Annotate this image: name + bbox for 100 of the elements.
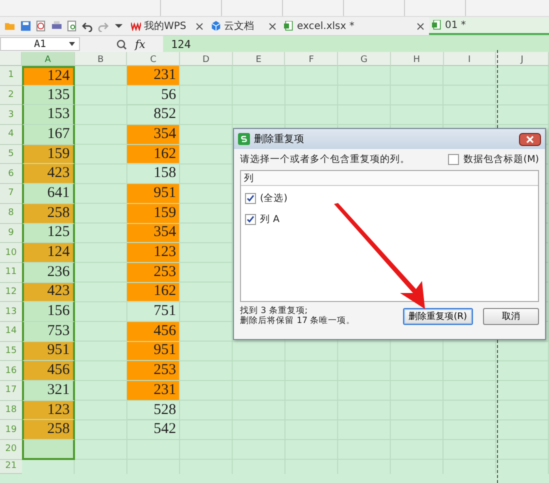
- table-cell: 456: [127, 322, 180, 342]
- row-header[interactable]: 14: [0, 322, 22, 342]
- table-cell: 753: [22, 322, 75, 342]
- row-header[interactable]: 12: [0, 282, 22, 302]
- table-cell: 153: [22, 105, 75, 126]
- name-box[interactable]: A1: [0, 37, 80, 51]
- table-cell: 124: [22, 243, 75, 263]
- table-cell: 125: [22, 224, 75, 244]
- table-cell: 354: [127, 125, 180, 145]
- table-cell: 124: [22, 66, 75, 86]
- print-icon[interactable]: [50, 20, 62, 32]
- checkbox-label[interactable]: 数据包含标题(M): [463, 153, 539, 166]
- row-header[interactable]: 3: [0, 105, 22, 126]
- zoom-icon[interactable]: [116, 38, 127, 50]
- export-icon[interactable]: [35, 20, 46, 32]
- column-header[interactable]: H: [390, 52, 444, 66]
- checkbox-label[interactable]: 列 A: [260, 213, 280, 226]
- column-header[interactable]: F: [285, 52, 338, 66]
- table-cell: 542: [127, 420, 180, 440]
- row-header[interactable]: 6: [0, 164, 22, 184]
- dialog-button[interactable]: 删除重复项(R): [402, 308, 473, 324]
- row-header[interactable]: 11: [0, 262, 22, 283]
- column-header[interactable]: I: [444, 52, 496, 66]
- column-header[interactable]: J: [496, 52, 549, 66]
- row-header[interactable]: 8: [0, 204, 22, 224]
- column-header[interactable]: A: [22, 52, 75, 66]
- row-header[interactable]: 2: [0, 86, 22, 106]
- cube-icon: [211, 21, 221, 31]
- close-icon[interactable]: [417, 22, 424, 30]
- row-header[interactable]: 9: [0, 224, 22, 244]
- row-header[interactable]: 18: [0, 400, 22, 420]
- prompt-text: 请选择一个或者多个包含重复项的列。: [240, 153, 410, 166]
- table-cell: 236: [22, 262, 75, 283]
- status-text: 删除后将保留 17 条唯一项。: [240, 316, 356, 326]
- table-cell: 951: [22, 342, 75, 362]
- table-cell: 641: [22, 184, 75, 204]
- document-tab[interactable]: 01 *: [429, 17, 549, 35]
- table-cell: 253: [127, 361, 180, 381]
- table-cell: 231: [127, 66, 180, 86]
- table-cell: 159: [127, 204, 180, 224]
- function-label[interactable]: fx: [135, 38, 146, 50]
- undo-icon[interactable]: [82, 20, 93, 32]
- table-cell: 156: [22, 302, 75, 322]
- table-cell: 423: [22, 282, 75, 302]
- spreadsheet-icon: [284, 21, 294, 31]
- formula-field[interactable]: 124: [163, 36, 549, 52]
- spreadsheet-icon: [238, 133, 250, 145]
- table-cell: 951: [127, 184, 180, 204]
- row-header[interactable]: 5: [0, 144, 22, 164]
- list-header: 列: [241, 171, 538, 186]
- column-header[interactable]: G: [338, 52, 391, 66]
- checkbox[interactable]: [245, 193, 256, 204]
- checkbox[interactable]: [245, 214, 256, 225]
- close-icon[interactable]: [196, 22, 203, 30]
- column-header[interactable]: E: [232, 52, 286, 66]
- row-header[interactable]: 21: [0, 460, 22, 474]
- status-text: 找到 3 条重复项;: [240, 306, 309, 316]
- checkbox-label[interactable]: (全选): [260, 192, 288, 205]
- row-header[interactable]: 16: [0, 361, 22, 381]
- row-header[interactable]: 17: [0, 381, 22, 401]
- caret-icon[interactable]: [69, 42, 75, 46]
- table-cell: 231: [127, 381, 180, 401]
- table-cell: 951: [127, 342, 180, 362]
- table-cell: 167: [22, 125, 75, 145]
- table-cell: 321: [22, 381, 75, 401]
- table-cell: 528: [127, 400, 180, 420]
- row-header[interactable]: 1: [0, 66, 22, 86]
- table-cell: 56: [127, 86, 180, 106]
- row-header[interactable]: 4: [0, 125, 22, 145]
- wps-logo-icon: [131, 21, 141, 31]
- save-icon[interactable]: [20, 20, 31, 32]
- table-cell: 162: [127, 282, 180, 302]
- table-cell: 456: [22, 361, 75, 381]
- column-header[interactable]: B: [74, 52, 128, 66]
- dialog-title: 删除重复项: [254, 132, 304, 146]
- dialog-button[interactable]: 取消: [483, 308, 539, 324]
- checkbox[interactable]: [448, 154, 460, 165]
- close-button[interactable]: [519, 132, 541, 146]
- table-cell: 354: [127, 224, 180, 244]
- column-header[interactable]: C: [127, 52, 180, 66]
- preview-icon[interactable]: [66, 20, 78, 32]
- table-cell: 162: [127, 144, 180, 164]
- table-cell: 123: [22, 400, 75, 420]
- close-icon[interactable]: [269, 22, 276, 30]
- column-header[interactable]: D: [180, 52, 233, 66]
- row-header[interactable]: 10: [0, 243, 22, 263]
- table-cell: 159: [22, 144, 75, 164]
- table-cell: 123: [127, 243, 180, 263]
- row-header[interactable]: 20: [0, 440, 22, 460]
- table-cell: 258: [22, 420, 75, 440]
- row-header[interactable]: 15: [0, 342, 22, 362]
- spreadsheet-icon: [432, 20, 442, 30]
- table-cell: 423: [22, 164, 75, 184]
- row-header[interactable]: 7: [0, 184, 22, 204]
- row-header[interactable]: 13: [0, 302, 22, 322]
- selected-cell[interactable]: [22, 440, 75, 460]
- table-cell: 253: [127, 262, 180, 283]
- table-cell: 135: [22, 86, 75, 106]
- table-cell: 258: [22, 204, 75, 224]
- row-header[interactable]: 19: [0, 420, 22, 440]
